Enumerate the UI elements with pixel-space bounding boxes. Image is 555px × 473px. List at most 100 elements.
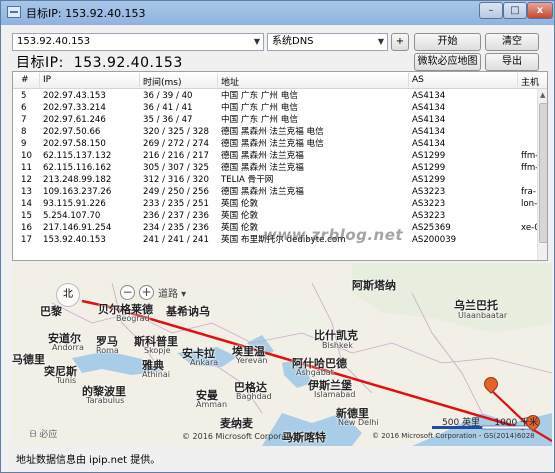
table-row[interactable]: 7 202.97.61.246 35 / 36 / 47 中国 广东 广州 电信 AS4… bbox=[13, 114, 537, 126]
cell-addr: 中国 广东 广州 电信 bbox=[221, 103, 298, 113]
dns-select[interactable]: 系统DNS ▼ bbox=[267, 33, 388, 51]
vertical-scrollbar[interactable]: ▲ bbox=[537, 89, 547, 260]
cell-no: 15 bbox=[21, 211, 32, 221]
map-label: Tunis bbox=[56, 376, 77, 385]
cell-as: AS4134 bbox=[412, 91, 446, 101]
cell-ip: 202.97.33.214 bbox=[43, 103, 106, 113]
map-label: Ashgabat bbox=[296, 368, 334, 377]
cell-addr: 德国 黑森州 法兰克福 bbox=[221, 163, 304, 173]
table-body: 5 202.97.43.153 36 / 39 / 40 中国 广东 广州 电信 AS4… bbox=[13, 90, 540, 246]
cell-addr: TELIA 骨干网 bbox=[221, 175, 274, 185]
map-label: 麦纳麦 bbox=[220, 417, 253, 430]
cell-addr: 英国 伦敦 bbox=[221, 223, 259, 233]
table-row[interactable]: 14 93.115.91.226 233 / 235 / 251 英国 伦敦 AS322… bbox=[13, 198, 537, 210]
map-label: 阿斯塔纳 bbox=[352, 279, 396, 292]
map-label: Amman bbox=[196, 400, 228, 409]
table-row[interactable]: 15 5.254.107.70 236 / 237 / 236 英国 伦敦 AS3223 bbox=[13, 210, 537, 222]
bing-map-button[interactable]: 微软必应地图 bbox=[414, 53, 481, 71]
cell-as: AS4134 bbox=[412, 139, 446, 149]
cell-time: 241 / 241 / 241 bbox=[143, 235, 209, 245]
cell-addr: 英国 伦敦 bbox=[221, 199, 259, 209]
scrollbar-thumb[interactable] bbox=[539, 103, 547, 243]
cell-as: AS4134 bbox=[412, 103, 446, 113]
status-text: 地址数据信息由 ipip.net 提供。 bbox=[16, 455, 161, 466]
map-label: Beograd bbox=[116, 314, 150, 323]
cell-ip: 153.92.40.153 bbox=[43, 235, 106, 245]
bing-logo: ᗷ 必应 bbox=[30, 430, 58, 440]
target-label: 目标IP: bbox=[16, 55, 64, 71]
cell-no: 13 bbox=[21, 187, 32, 197]
col-ip[interactable]: IP bbox=[43, 75, 51, 85]
map-label: Yerevan bbox=[236, 356, 268, 365]
table-row[interactable]: 10 62.115.137.132 216 / 216 / 217 德国 黑森州 法兰… bbox=[13, 150, 539, 162]
cell-host: fra- bbox=[521, 187, 536, 197]
maximize-button[interactable]: □ bbox=[503, 2, 527, 19]
chevron-down-icon[interactable]: ▼ bbox=[378, 34, 384, 50]
col-addr[interactable]: 地址 bbox=[221, 75, 239, 88]
cell-as: AS25369 bbox=[412, 223, 451, 233]
cell-no: 12 bbox=[21, 175, 32, 185]
route-map[interactable]: 北 − + 道路 ▾ 巴黎 贝尔格莱德 Beograd 基希讷乌 阿斯塔纳 乌兰… bbox=[12, 263, 552, 446]
route-table[interactable]: # IP 时间(ms) 地址 AS 主机 5 202.97.43.153 36 / … bbox=[12, 71, 548, 261]
cell-host: lon- bbox=[521, 199, 538, 209]
cell-time: 305 / 307 / 325 bbox=[143, 163, 209, 173]
cell-addr: 德国 黑森州 法兰克福 bbox=[221, 151, 304, 161]
cell-addr: 中国 广东 广州 电信 bbox=[221, 115, 298, 125]
map-label: 巴黎 bbox=[40, 305, 62, 318]
add-dns-button[interactable]: + bbox=[391, 33, 409, 51]
minimize-button[interactable]: – bbox=[479, 2, 503, 19]
cell-no: 11 bbox=[21, 163, 32, 173]
table-row[interactable]: 13 109.163.237.26 249 / 250 / 256 德国 黑森州 法兰… bbox=[13, 186, 537, 198]
zoom-in-button[interactable]: + bbox=[139, 285, 154, 300]
table-row[interactable]: 9 202.97.58.150 269 / 272 / 274 德国 黑森州 法兰克福… bbox=[13, 138, 537, 150]
cell-no: 17 bbox=[21, 235, 32, 245]
ip-input-value: 153.92.40.153 bbox=[17, 36, 91, 47]
table-header: # IP 时间(ms) 地址 AS 主机 bbox=[13, 72, 547, 89]
cell-addr: 德国 黑森州 法兰克福 bbox=[221, 187, 304, 197]
table-row[interactable]: 8 202.97.50.66 320 / 325 / 328 德国 黑森州 法兰克福 … bbox=[13, 126, 537, 138]
cell-addr: 德国 黑森州 法兰克福 电信 bbox=[221, 127, 324, 137]
map-label: Roma bbox=[96, 346, 119, 355]
map-style-select[interactable]: 道路 ▾ bbox=[158, 285, 186, 300]
clear-button[interactable]: 清空 bbox=[485, 33, 539, 51]
cell-time: 312 / 316 / 320 bbox=[143, 175, 209, 185]
table-row[interactable]: 6 202.97.33.214 36 / 41 / 41 中国 广东 广州 电信 AS4… bbox=[13, 102, 537, 114]
col-no[interactable]: # bbox=[21, 75, 29, 85]
cell-no: 10 bbox=[21, 151, 32, 161]
cell-time: 216 / 216 / 217 bbox=[143, 151, 209, 161]
cell-no: 16 bbox=[21, 223, 32, 233]
start-button[interactable]: 开始 bbox=[414, 33, 481, 51]
cell-host: ffm- bbox=[521, 151, 539, 161]
col-host[interactable]: 主机 bbox=[521, 75, 539, 88]
cell-time: 233 / 235 / 251 bbox=[143, 199, 209, 209]
map-label: New Delhi bbox=[338, 418, 379, 427]
table-row[interactable]: 12 213.248.99.182 312 / 316 / 320 TELIA 骨干网… bbox=[13, 174, 537, 186]
cell-ip: 62.115.137.132 bbox=[43, 151, 112, 161]
scroll-up-icon[interactable]: ▲ bbox=[540, 91, 545, 99]
app-icon bbox=[7, 6, 21, 18]
title-bar: 目标IP: 153.92.40.153 – □ x bbox=[1, 1, 554, 25]
app-window: 目标IP: 153.92.40.153 – □ x 153.92.40.153 … bbox=[0, 0, 555, 473]
map-copyright: © 2016 Microsoft Corporation - GS(2014)6… bbox=[372, 432, 535, 440]
zoom-out-button[interactable]: − bbox=[120, 285, 135, 300]
cell-addr: 中国 广东 广州 电信 bbox=[221, 91, 298, 101]
map-label: Skopje bbox=[144, 346, 171, 355]
chevron-down-icon[interactable]: ▼ bbox=[254, 34, 260, 50]
col-time[interactable]: 时间(ms) bbox=[143, 75, 181, 88]
cell-time: 269 / 272 / 274 bbox=[143, 139, 209, 149]
cell-as: AS4134 bbox=[412, 115, 446, 125]
table-row[interactable]: 11 62.115.116.162 305 / 307 / 325 德国 黑森州 法兰… bbox=[13, 162, 538, 174]
cell-as: AS3223 bbox=[412, 211, 446, 221]
cell-as: AS3223 bbox=[412, 187, 446, 197]
cell-ip: 202.97.61.246 bbox=[43, 115, 106, 125]
cell-as: AS200039 bbox=[412, 235, 457, 245]
table-row[interactable]: 5 202.97.43.153 36 / 39 / 40 中国 广东 广州 电信 AS4… bbox=[13, 90, 537, 102]
target-ip-display: 目标IP: 153.92.40.153 bbox=[16, 52, 183, 72]
export-button[interactable]: 导出 bbox=[485, 53, 539, 71]
cell-time: 36 / 39 / 40 bbox=[143, 91, 193, 101]
map-copyright: © 2016 Microsoft Corporation bbox=[182, 432, 302, 441]
cell-addr: 德国 黑森州 法兰克福 电信 bbox=[221, 139, 324, 149]
col-as[interactable]: AS bbox=[412, 75, 424, 85]
ip-input[interactable]: 153.92.40.153 ▼ bbox=[12, 33, 264, 51]
close-button[interactable]: x bbox=[527, 2, 553, 19]
